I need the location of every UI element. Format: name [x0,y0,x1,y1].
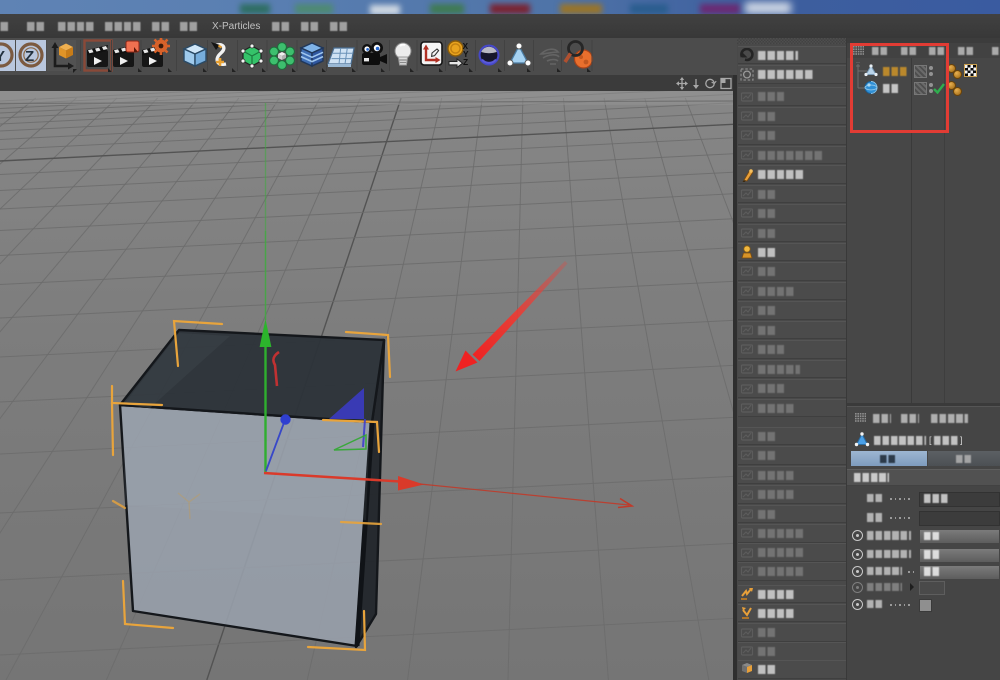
svg-text:Z: Z [463,57,468,67]
svg-text:Y: Y [0,48,5,65]
svg-text:Z: Z [25,48,34,65]
